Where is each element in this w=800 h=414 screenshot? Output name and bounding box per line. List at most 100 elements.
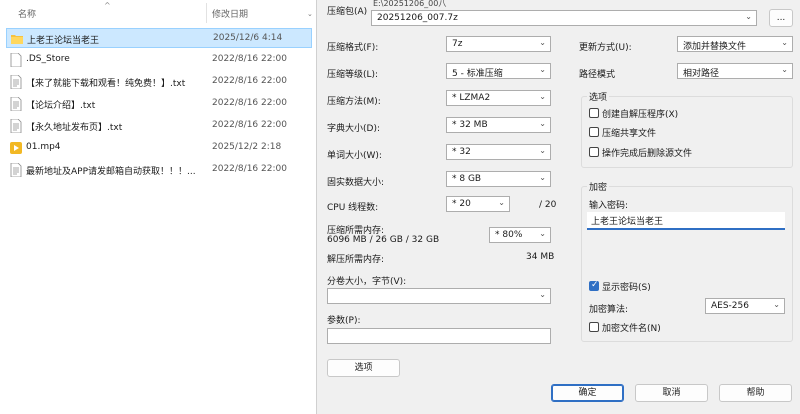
word-size-label: 单词大小(W): xyxy=(327,151,382,161)
chevron-down-icon[interactable]: ⌄ xyxy=(539,92,546,101)
file-date: 2022/8/16 22:00 xyxy=(212,120,287,130)
file-name: 上老王论坛当老王 xyxy=(27,36,100,46)
column-header: 名称 ^ 修改日期 ⌄ xyxy=(0,0,316,26)
show-password-checkbox[interactable]: 显示密码(S) xyxy=(589,280,789,294)
level-value: 5 - 标准压缩 xyxy=(452,69,503,79)
file-date: 2022/8/16 22:00 xyxy=(212,54,287,64)
compress-shared-label: 压缩共享文件 xyxy=(602,129,657,139)
word-size-combobox[interactable]: * 32 ⌄ xyxy=(446,144,551,160)
cpu-threads-total: / 20 xyxy=(539,200,557,210)
method-combobox[interactable]: * LZMA2 ⌄ xyxy=(446,90,551,106)
chevron-down-icon[interactable]: ⌄ xyxy=(539,290,546,299)
chevron-down-icon[interactable]: ⌄ xyxy=(773,300,780,309)
options-group-title: 选项 xyxy=(587,90,610,103)
checkbox-box[interactable] xyxy=(589,147,599,157)
file-row[interactable]: .DS_Store 2022/8/16 22:00 xyxy=(6,50,312,70)
chevron-down-icon[interactable]: ⌄ xyxy=(745,12,752,21)
chevron-down-icon[interactable]: ⌄ xyxy=(539,173,546,182)
chevron-down-icon[interactable]: ⌄ xyxy=(498,198,505,207)
text-file-icon xyxy=(10,75,22,89)
memory-usage-combobox[interactable]: * 80% ⌄ xyxy=(489,227,551,243)
parameters-label: 参数(P): xyxy=(327,316,361,326)
compress-shared-checkbox[interactable]: 压缩共享文件 xyxy=(589,126,789,140)
decompress-memory-value: 34 MB xyxy=(526,252,555,262)
compress-memory-value: 6096 MB / 26 GB / 32 GB xyxy=(327,235,440,245)
cpu-threads-combobox[interactable]: * 20 ⌄ xyxy=(446,196,510,212)
format-combobox[interactable]: 7z ⌄ xyxy=(446,36,551,52)
delete-after-label: 操作完成后删除源文件 xyxy=(602,149,693,159)
password-label: 输入密码: xyxy=(589,201,629,211)
create-sfx-checkbox[interactable]: 创建自解压程序(X) xyxy=(589,107,789,121)
decompress-memory-label: 解压所需内存: xyxy=(327,255,385,265)
browse-button[interactable]: ... xyxy=(769,9,793,27)
update-mode-label: 更新方式(U): xyxy=(579,43,632,53)
word-size-value: * 32 xyxy=(452,147,471,157)
file-row[interactable]: 最新地址及APP请发邮箱自动获取！！！... 2022/8/16 22:00 xyxy=(6,160,312,180)
file-row[interactable]: 【永久地址发布页】.txt 2022/8/16 22:00 xyxy=(6,116,312,136)
volume-size-label: 分卷大小，字节(V): xyxy=(327,277,407,287)
folder-icon xyxy=(11,35,23,44)
column-date-header[interactable]: 修改日期 xyxy=(212,7,248,20)
checkbox-box[interactable] xyxy=(589,322,599,332)
dictionary-combobox[interactable]: * 32 MB ⌄ xyxy=(446,117,551,133)
path-mode-value: 相对路径 xyxy=(683,69,720,79)
chevron-down-icon[interactable]: ⌄ xyxy=(539,119,546,128)
level-label: 压缩等级(L): xyxy=(327,70,379,80)
encryption-method-value: AES-256 xyxy=(711,301,749,311)
ok-button[interactable]: 确定 xyxy=(551,384,624,402)
archive-name-value: 20251206_007.7z xyxy=(377,13,458,23)
text-file-icon xyxy=(10,97,22,111)
column-name-header[interactable]: 名称 xyxy=(18,7,36,20)
encryption-method-label: 加密算法: xyxy=(589,305,629,315)
cpu-threads-label: CPU 线程数: xyxy=(327,203,379,213)
encrypt-filenames-checkbox[interactable]: 加密文件名(N) xyxy=(589,321,789,335)
chevron-down-icon[interactable]: ⌄ xyxy=(307,10,313,18)
checkbox-box[interactable] xyxy=(589,108,599,118)
file-date: 2022/8/16 22:00 xyxy=(212,98,287,108)
archive-label: 压缩包(A) xyxy=(327,7,368,17)
volume-size-combobox[interactable]: ⌄ xyxy=(327,288,551,304)
chevron-down-icon[interactable]: ⌄ xyxy=(539,229,546,238)
encryption-method-combobox[interactable]: AES-256 ⌄ xyxy=(705,298,785,314)
level-combobox[interactable]: 5 - 标准压缩 ⌄ xyxy=(446,63,551,79)
file-name: 最新地址及APP请发邮箱自动获取！！！... xyxy=(26,167,196,177)
cancel-button[interactable]: 取消 xyxy=(635,384,708,402)
add-to-archive-dialog: 压缩包(A) E:\20251206_00八 20251206_007.7z ⌄… xyxy=(316,0,800,414)
chevron-down-icon[interactable]: ⌄ xyxy=(539,38,546,47)
archive-name-combobox[interactable]: 20251206_007.7z ⌄ xyxy=(371,10,757,26)
chevron-down-icon[interactable]: ⌄ xyxy=(781,65,788,74)
chevron-down-icon[interactable]: ⌄ xyxy=(781,38,788,47)
path-mode-combobox[interactable]: 相对路径 ⌄ xyxy=(677,63,793,79)
memory-usage-value: * 80% xyxy=(495,230,523,240)
cpu-threads-value: * 20 xyxy=(452,199,471,209)
file-row[interactable]: 01.mp4 2025/12/2 2:18 xyxy=(6,138,312,158)
file-name: 【永久地址发布页】.txt xyxy=(26,123,123,133)
solid-size-value: * 8 GB xyxy=(452,174,482,184)
format-label: 压缩格式(F): xyxy=(327,43,379,53)
update-mode-value: 添加并替换文件 xyxy=(683,42,747,52)
solid-size-label: 固实数据大小: xyxy=(327,178,385,188)
file-explorer: 名称 ^ 修改日期 ⌄ 上老王论坛当老王 2025/12/6 4:14 .DS_… xyxy=(0,0,316,414)
options-button[interactable]: 选项 xyxy=(327,359,400,377)
file-name: .DS_Store xyxy=(26,54,70,64)
checkbox-box[interactable] xyxy=(589,280,599,291)
password-input[interactable]: 上老王论坛当老王 xyxy=(587,212,785,230)
column-divider[interactable] xyxy=(206,3,207,23)
checkbox-box[interactable] xyxy=(589,127,599,137)
parameters-input[interactable] xyxy=(327,328,551,344)
file-name: 【论坛介绍】.txt xyxy=(26,101,96,111)
method-label: 压缩方法(M): xyxy=(327,97,381,107)
format-value: 7z xyxy=(452,39,463,49)
sort-arrow-icon: ^ xyxy=(104,1,111,10)
delete-after-checkbox[interactable]: 操作完成后删除源文件 xyxy=(589,146,789,160)
chevron-down-icon[interactable]: ⌄ xyxy=(539,146,546,155)
update-mode-combobox[interactable]: 添加并替换文件 ⌄ xyxy=(677,36,793,52)
solid-size-combobox[interactable]: * 8 GB ⌄ xyxy=(446,171,551,187)
file-row[interactable]: 上老王论坛当老王 2025/12/6 4:14 xyxy=(6,28,312,48)
file-row[interactable]: 【来了就能下载和观看！纯免费！】.txt 2022/8/16 22:00 xyxy=(6,72,312,92)
file-icon xyxy=(10,53,22,67)
help-button[interactable]: 帮助 xyxy=(719,384,792,402)
password-value: 上老王论坛当老王 xyxy=(591,217,664,227)
chevron-down-icon[interactable]: ⌄ xyxy=(539,65,546,74)
file-row[interactable]: 【论坛介绍】.txt 2022/8/16 22:00 xyxy=(6,94,312,114)
